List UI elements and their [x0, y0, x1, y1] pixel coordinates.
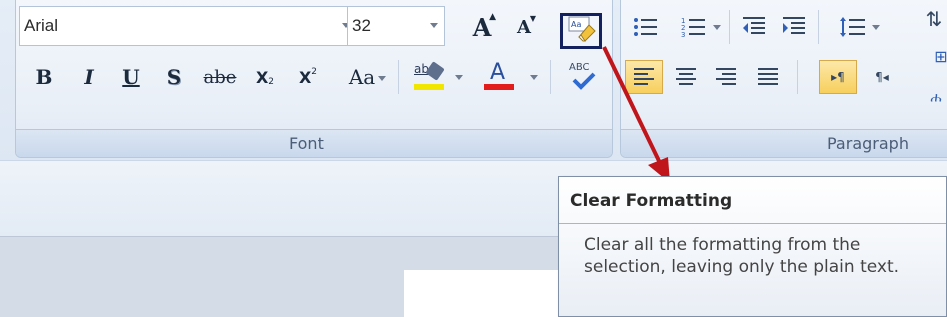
text-highlight-icon: ab	[412, 60, 446, 92]
font-color-button[interactable]: A	[474, 58, 524, 94]
font-color-label: A	[490, 60, 506, 85]
numbering-dropdown-icon[interactable]	[713, 25, 721, 30]
justify-button[interactable]	[749, 60, 787, 94]
paragraph-group-label-text: Paragraph	[827, 134, 909, 153]
right-to-left-button[interactable]: ¶◂	[863, 60, 901, 94]
subscript-small-icon: 2	[268, 77, 275, 87]
find-icon: ሐ	[930, 90, 942, 106]
bold-label: B	[35, 65, 53, 89]
decrease-indent-button[interactable]	[735, 10, 773, 44]
borders-icon: ⊞	[934, 46, 947, 66]
decrease-indent-icon	[743, 17, 765, 34]
change-case-label: Aa	[348, 65, 376, 89]
numbering-icon: 1 2 3	[681, 17, 705, 38]
subscript-button[interactable]: X 2	[250, 60, 280, 94]
text-highlight-dropdown-icon[interactable]	[455, 75, 463, 80]
increase-indent-button[interactable]	[775, 10, 813, 44]
font-color-dropdown-icon[interactable]	[530, 75, 538, 80]
justify-icon	[758, 68, 778, 85]
numbering-button[interactable]: 1 2 3	[665, 10, 723, 44]
pointer-arrow	[602, 46, 670, 183]
separator	[550, 60, 551, 94]
line-spacing-button[interactable]	[824, 10, 882, 44]
superscript-small-icon: 2	[311, 67, 318, 77]
change-case-dropdown-icon[interactable]	[378, 76, 386, 81]
bullets-icon	[634, 18, 657, 36]
tooltip-title: Clear Formatting	[570, 191, 733, 211]
font-color-icon: A	[482, 60, 516, 92]
ltr-icon: ▸¶	[831, 70, 845, 84]
separator	[729, 10, 730, 44]
ribbon: Arial 32 A ▲ A ▼ Aa B I U S abe X 2 X 2 …	[0, 0, 947, 160]
font-name-value: Arial	[24, 16, 59, 35]
rtl-icon: ¶◂	[875, 70, 889, 84]
change-case-button[interactable]: Aa	[334, 60, 390, 94]
align-right-button[interactable]	[707, 60, 745, 94]
font-size-value: 32	[352, 16, 371, 35]
underline-label: U	[122, 65, 140, 89]
bullets-button[interactable]	[625, 10, 667, 44]
separator	[818, 10, 819, 44]
line-spacing-icon	[840, 17, 865, 37]
separator	[398, 60, 399, 94]
font-size-combo[interactable]: 32	[347, 6, 445, 46]
shrink-font-arrow-icon: ▼	[529, 14, 536, 23]
increase-indent-icon	[783, 17, 805, 34]
left-to-right-button[interactable]: ▸¶	[819, 60, 857, 94]
subscript-label: X	[255, 67, 269, 87]
font-group: Arial 32 A ▲ A ▼ Aa B I U S abe X 2 X 2 …	[15, 0, 613, 158]
svg-text:3: 3	[681, 31, 685, 38]
clear-formatting-highlight	[560, 13, 602, 49]
tooltip-body: Clear all the formatting from the select…	[584, 235, 900, 277]
strikethrough-button[interactable]: abe	[201, 60, 239, 94]
align-right-icon	[716, 68, 736, 85]
shadow-label: S	[166, 65, 182, 89]
italic-label: I	[84, 65, 94, 89]
shadow-button[interactable]: S	[159, 60, 189, 94]
font-size-dropdown-icon[interactable]	[430, 23, 438, 28]
bold-button[interactable]: B	[29, 60, 59, 94]
shrink-font-button[interactable]: A ▼	[507, 10, 541, 44]
borders-button[interactable]: ⊞	[929, 42, 947, 70]
superscript-button[interactable]: X 2	[293, 60, 323, 94]
superscript-label: X	[298, 67, 312, 87]
font-name-combo[interactable]: Arial	[19, 6, 367, 46]
sort-icon: ⇅	[925, 7, 943, 31]
clear-formatting-tooltip: Clear Formatting Clear all the formattin…	[558, 176, 947, 317]
document-page-main[interactable]	[404, 270, 558, 317]
grow-font-arrow-icon: ▲	[489, 12, 496, 22]
sort-button[interactable]: ⇅	[919, 2, 947, 36]
separator	[797, 60, 798, 94]
text-highlight-button[interactable]: ab	[409, 58, 449, 94]
font-group-label: Font	[16, 129, 612, 157]
strikethrough-label: abe	[203, 66, 237, 88]
font-group-label-text: Font	[289, 134, 324, 153]
line-spacing-dropdown-icon[interactable]	[872, 25, 880, 30]
tooltip-divider	[559, 223, 946, 224]
italic-button[interactable]: I	[74, 60, 104, 94]
grow-font-button[interactable]: A ▲	[465, 10, 499, 44]
underline-button[interactable]: U	[116, 60, 146, 94]
find-button[interactable]: ሐ	[923, 84, 947, 112]
